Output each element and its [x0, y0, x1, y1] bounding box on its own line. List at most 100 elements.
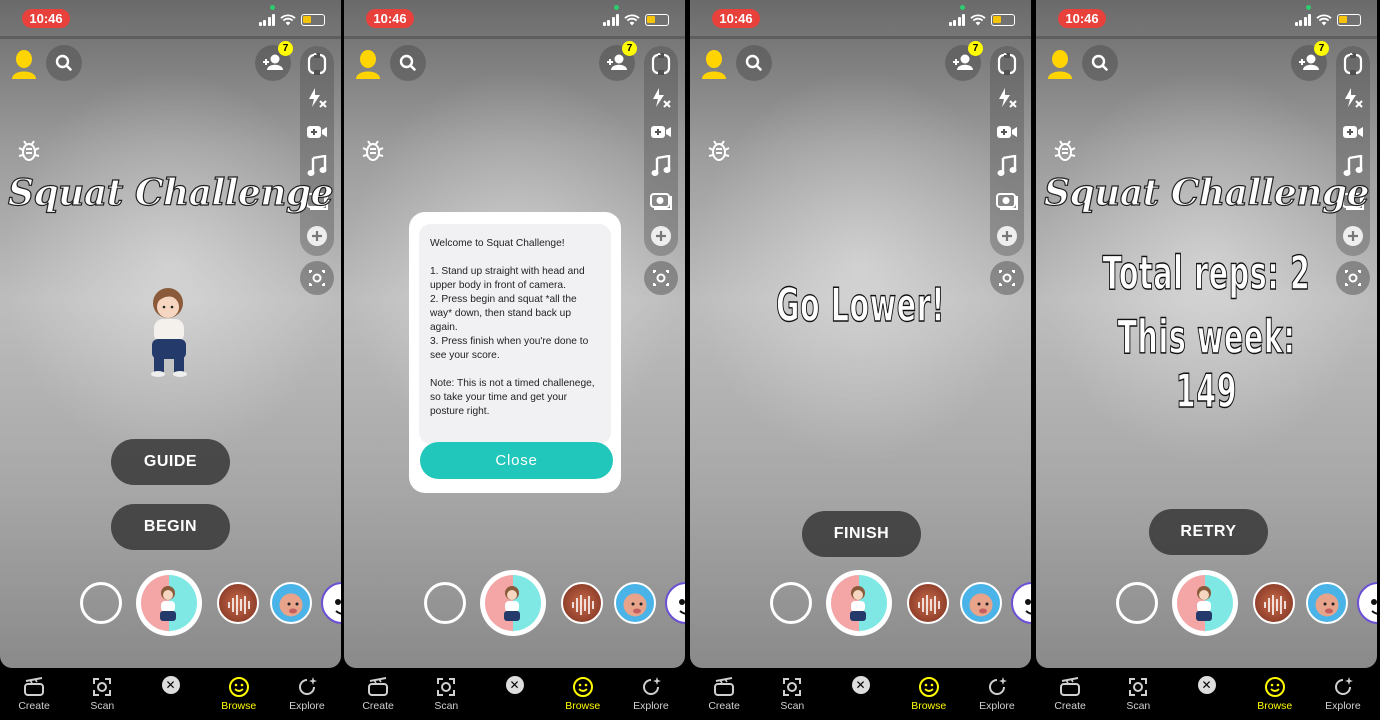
guide-button[interactable]: GUIDE [111, 439, 230, 485]
wifi-icon [624, 14, 640, 26]
audio-wave-lens-icon[interactable] [217, 582, 259, 624]
music-icon[interactable] [995, 154, 1019, 178]
nav-browse[interactable]: Browse [549, 668, 617, 720]
nav-explore[interactable]: Explore [273, 668, 341, 720]
scan-icon [91, 676, 113, 698]
search-button[interactable] [736, 45, 772, 81]
search-icon [1091, 54, 1108, 71]
audio-wave-lens-icon[interactable] [907, 582, 949, 624]
dual-camera-icon[interactable] [649, 120, 673, 144]
status-icons [948, 12, 1015, 26]
search-button[interactable] [390, 45, 426, 81]
capture-button[interactable] [136, 570, 202, 636]
bitmoji-avatar-button[interactable] [350, 45, 386, 81]
nav-scan[interactable]: Scan [758, 668, 826, 720]
begin-button[interactable]: BEGIN [111, 504, 230, 550]
friend-request-badge: 7 [278, 41, 293, 56]
smiley-icon [1264, 676, 1286, 698]
nav-create[interactable]: Create [690, 668, 758, 720]
nav-close[interactable]: ✕ [826, 668, 894, 720]
dual-camera-icon[interactable] [1341, 120, 1365, 144]
nav-label: Browse [221, 700, 257, 712]
nav-create[interactable]: Create [0, 668, 68, 720]
lens-scan-button[interactable] [300, 261, 334, 295]
pig-face-lens-icon[interactable] [614, 582, 656, 624]
nav-explore[interactable]: Explore [1309, 668, 1377, 720]
more-options-icon[interactable] [1341, 224, 1365, 248]
lens-title: Squat Challenge [1043, 171, 1370, 214]
squat-lens-icon [831, 575, 887, 631]
memories-ring-button[interactable] [80, 582, 122, 624]
nav-explore[interactable]: Explore [963, 668, 1031, 720]
bitmoji-avatar-button[interactable] [1042, 45, 1078, 81]
status-icons [602, 12, 669, 26]
nav-browse[interactable]: Browse [1241, 668, 1309, 720]
flip-camera-icon[interactable] [649, 52, 673, 76]
cartoon-face-lens-icon[interactable] [1011, 582, 1031, 624]
flash-off-icon[interactable] [649, 86, 673, 110]
nav-explore[interactable]: Explore [617, 668, 685, 720]
nav-close[interactable]: ✕ [1172, 668, 1240, 720]
dual-camera-icon[interactable] [995, 120, 1019, 144]
flash-off-icon[interactable] [995, 86, 1019, 110]
memories-ring-button[interactable] [424, 582, 466, 624]
flash-off-icon[interactable] [1341, 86, 1365, 110]
camera-side-toolbar [300, 46, 334, 256]
lens-scan-button[interactable] [990, 261, 1024, 295]
multi-snap-icon[interactable] [649, 188, 673, 212]
nav-close[interactable]: ✕ [480, 668, 548, 720]
capture-button[interactable] [826, 570, 892, 636]
pig-face-lens-icon[interactable] [270, 582, 312, 624]
battery-icon [301, 14, 325, 26]
close-button[interactable]: Close [420, 442, 613, 479]
memories-ring-button[interactable] [1116, 582, 1158, 624]
more-options-icon[interactable] [649, 224, 673, 248]
flip-camera-icon[interactable] [995, 52, 1019, 76]
bitmoji-avatar-button[interactable] [6, 45, 42, 81]
cartoon-face-lens-icon[interactable] [665, 582, 685, 624]
nav-create[interactable]: Create [344, 668, 412, 720]
debug-bug-icon[interactable] [706, 138, 732, 164]
nav-scan[interactable]: Scan [1104, 668, 1172, 720]
close-lens-icon: ✕ [851, 676, 870, 694]
flip-camera-icon[interactable] [1341, 52, 1365, 76]
memories-ring-button[interactable] [770, 582, 812, 624]
avatar-icon [356, 50, 380, 79]
finish-button[interactable]: FINISH [802, 511, 921, 557]
search-button[interactable] [1082, 45, 1118, 81]
squat-lens-icon [1177, 575, 1233, 631]
smiley-icon [228, 676, 250, 698]
music-icon[interactable] [649, 154, 673, 178]
nav-create[interactable]: Create [1036, 668, 1104, 720]
retry-button[interactable]: RETRY [1149, 509, 1268, 555]
debug-bug-icon[interactable] [360, 138, 386, 164]
flash-off-icon[interactable] [305, 86, 329, 110]
cartoon-face-lens-icon[interactable] [321, 582, 341, 624]
lens-scan-button[interactable] [644, 261, 678, 295]
flip-camera-icon[interactable] [305, 52, 329, 76]
capture-button[interactable] [480, 570, 546, 636]
capture-button[interactable] [1172, 570, 1238, 636]
debug-bug-icon[interactable] [1052, 138, 1078, 164]
debug-bug-icon[interactable] [16, 138, 42, 164]
nav-scan[interactable]: Scan [412, 668, 480, 720]
lens-scan-button[interactable] [1336, 261, 1370, 295]
more-options-icon[interactable] [995, 224, 1019, 248]
audio-wave-lens-icon[interactable] [561, 582, 603, 624]
nav-browse[interactable]: Browse [205, 668, 273, 720]
multi-snap-icon[interactable] [995, 188, 1019, 212]
search-button[interactable] [46, 45, 82, 81]
cartoon-face-lens-icon[interactable] [1357, 582, 1377, 624]
nav-browse[interactable]: Browse [895, 668, 963, 720]
lens-title: Squat Challenge [7, 171, 334, 214]
nav-label: Scan [1126, 700, 1151, 712]
audio-wave-lens-icon[interactable] [1253, 582, 1295, 624]
nav-close[interactable]: ✕ [136, 668, 204, 720]
pig-face-lens-icon[interactable] [1306, 582, 1348, 624]
dual-camera-icon[interactable] [305, 120, 329, 144]
pig-face-lens-icon[interactable] [960, 582, 1002, 624]
nav-label: Explore [1325, 700, 1361, 712]
bitmoji-avatar-button[interactable] [696, 45, 732, 81]
nav-scan[interactable]: Scan [68, 668, 136, 720]
more-options-icon[interactable] [305, 224, 329, 248]
